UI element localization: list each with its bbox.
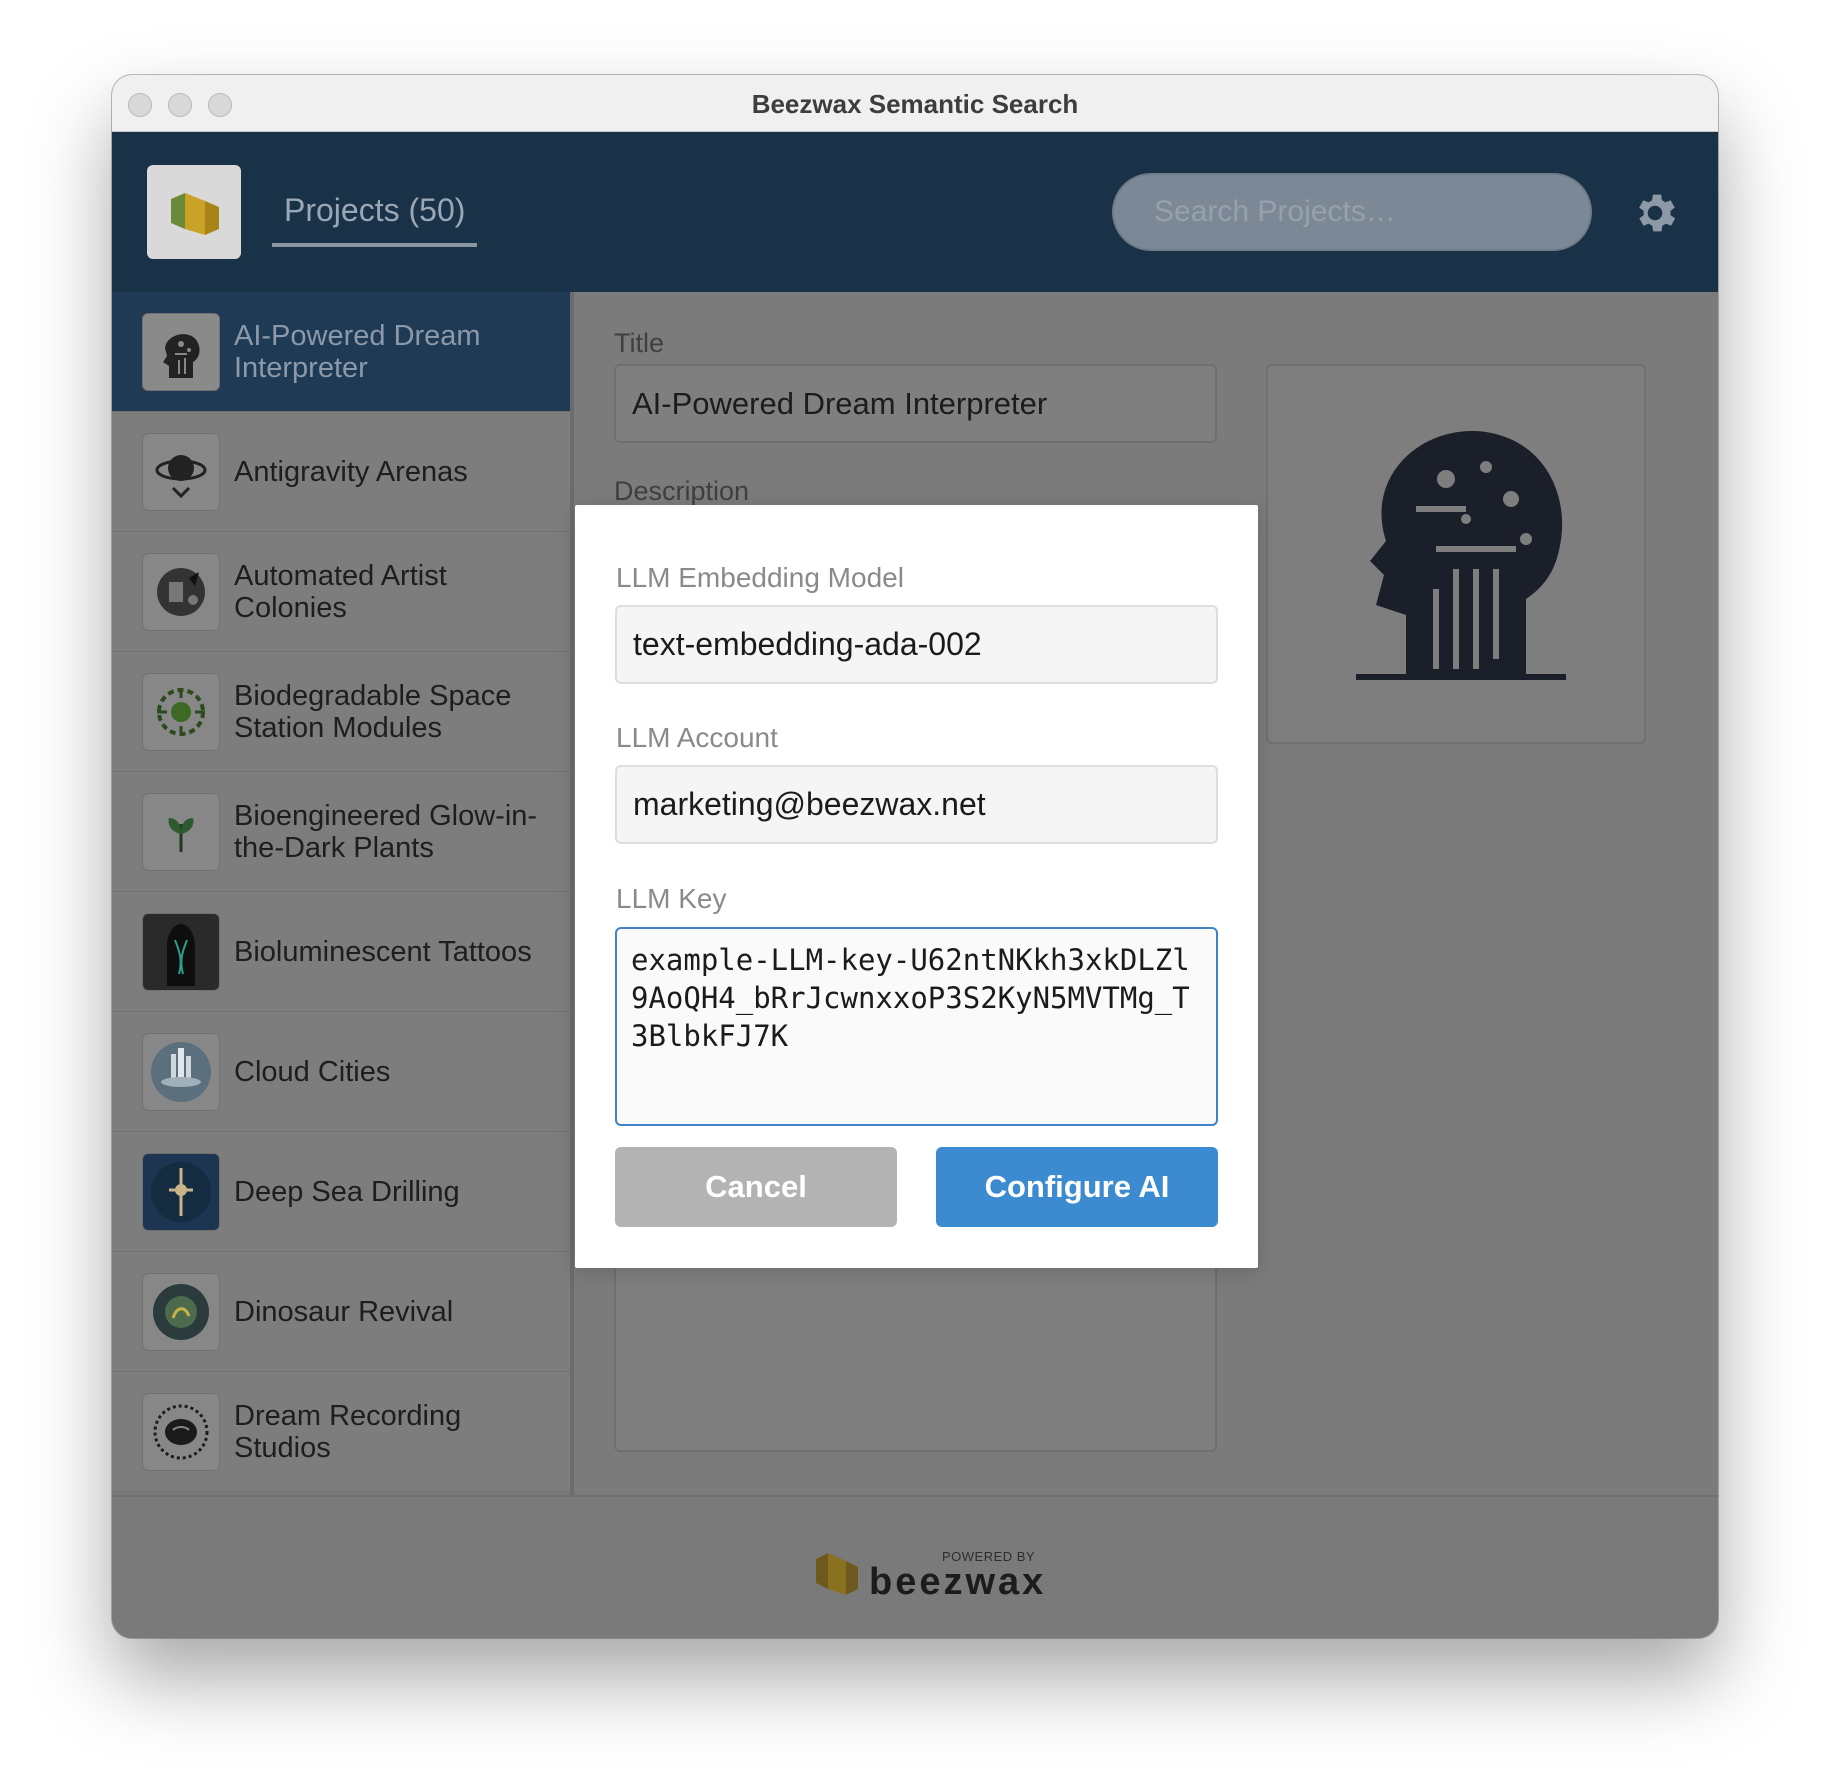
floating-city-icon <box>142 1033 220 1111</box>
sidebar-item-antigravity-arenas[interactable]: Antigravity Arenas <box>112 412 570 532</box>
sidebar-item-ai-powered-dream-interpreter[interactable]: AI-Powered Dream Interpreter <box>112 292 570 412</box>
dream-brain-icon <box>142 1393 220 1471</box>
llm-key-input[interactable]: example-LLM-key-U62ntNKkh3xkDLZl9AoQH4_b… <box>615 927 1218 1126</box>
sidebar-item-label: Deep Sea Drilling <box>234 1176 460 1208</box>
search-input[interactable] <box>1112 173 1592 251</box>
gear-icon[interactable] <box>1630 188 1680 238</box>
project-image <box>1266 364 1646 744</box>
tab-projects[interactable]: Projects (50) <box>272 192 478 247</box>
sidebar-item-dinosaur-revival[interactable]: Dinosaur Revival <box>112 1252 570 1372</box>
leaf-station-icon <box>142 673 220 751</box>
sidebar-item-dream-recording-studios[interactable]: Dream Recording Studios <box>112 1372 570 1492</box>
planet-arena-icon <box>142 433 220 511</box>
brand-wordmark: beezwax <box>869 1561 1047 1603</box>
llm-key-label: LLM Key <box>616 883 727 914</box>
projects-sidebar: AI-Powered Dream Interpreter Antigravity… <box>112 292 574 1495</box>
sidebar-item-label: Automated Artist Colonies <box>234 560 447 624</box>
sidebar-item-label: Dinosaur Revival <box>234 1296 454 1328</box>
sidebar-item-biodegradable-space-station-modules[interactable]: Biodegradable Space Station Modules <box>112 652 570 772</box>
embedding-model-input[interactable] <box>615 605 1218 684</box>
description-label: Description <box>614 476 750 506</box>
embedding-model-label: LLM Embedding Model <box>616 562 904 593</box>
sidebar-item-label: AI-Powered Dream Interpreter <box>234 320 481 384</box>
dna-dinosaur-icon <box>142 1273 220 1351</box>
app-logo[interactable] <box>147 165 241 259</box>
brain-circuit-icon <box>142 313 220 391</box>
tattooed-back-icon <box>142 913 220 991</box>
sidebar-item-deep-sea-drilling[interactable]: Deep Sea Drilling <box>112 1132 570 1252</box>
sidebar-item-bioengineered-glow-plants[interactable]: Bioengineered Glow-in-the-Dark Plants <box>112 772 570 892</box>
sidebar-item-label: Bioengineered Glow-in-the-Dark Plants <box>234 800 538 864</box>
configure-ai-button[interactable]: Configure AI <box>936 1147 1218 1227</box>
sidebar-item-label: Cloud Cities <box>234 1056 391 1088</box>
beezwax-logo-icon <box>816 1553 858 1595</box>
llm-account-label: LLM Account <box>616 722 778 753</box>
brain-circuit-icon <box>1356 430 1566 680</box>
glow-plant-icon <box>142 793 220 871</box>
title-field[interactable]: AI-Powered Dream Interpreter <box>614 364 1217 443</box>
sidebar-item-bioluminescent-tattoos[interactable]: Bioluminescent Tattoos <box>112 892 570 1012</box>
title-bar: Beezwax Semantic Search <box>112 75 1718 132</box>
beezwax-logo-icon <box>171 193 219 235</box>
cancel-button[interactable]: Cancel <box>615 1147 897 1227</box>
title-label: Title <box>614 328 665 358</box>
sidebar-item-label: Biodegradable Space Station Modules <box>234 680 512 744</box>
robot-palette-icon <box>142 553 220 631</box>
app-header: Projects (50) <box>112 132 1718 292</box>
sidebar-item-label: Bioluminescent Tattoos <box>234 936 532 968</box>
footer: POWERED BY beezwax <box>112 1495 1718 1638</box>
sidebar-item-cloud-cities[interactable]: Cloud Cities <box>112 1012 570 1132</box>
configure-ai-dialog: LLM Embedding Model LLM Account LLM Key … <box>575 505 1258 1268</box>
sidebar-item-automated-artist-colonies[interactable]: Automated Artist Colonies <box>112 532 570 652</box>
sidebar-item-label: Dream Recording Studios <box>234 1400 462 1464</box>
window-title: Beezwax Semantic Search <box>751 89 1079 119</box>
deep-sea-rig-icon <box>142 1153 220 1231</box>
sidebar-item-label: Antigravity Arenas <box>234 456 468 488</box>
llm-account-input[interactable] <box>615 765 1218 844</box>
